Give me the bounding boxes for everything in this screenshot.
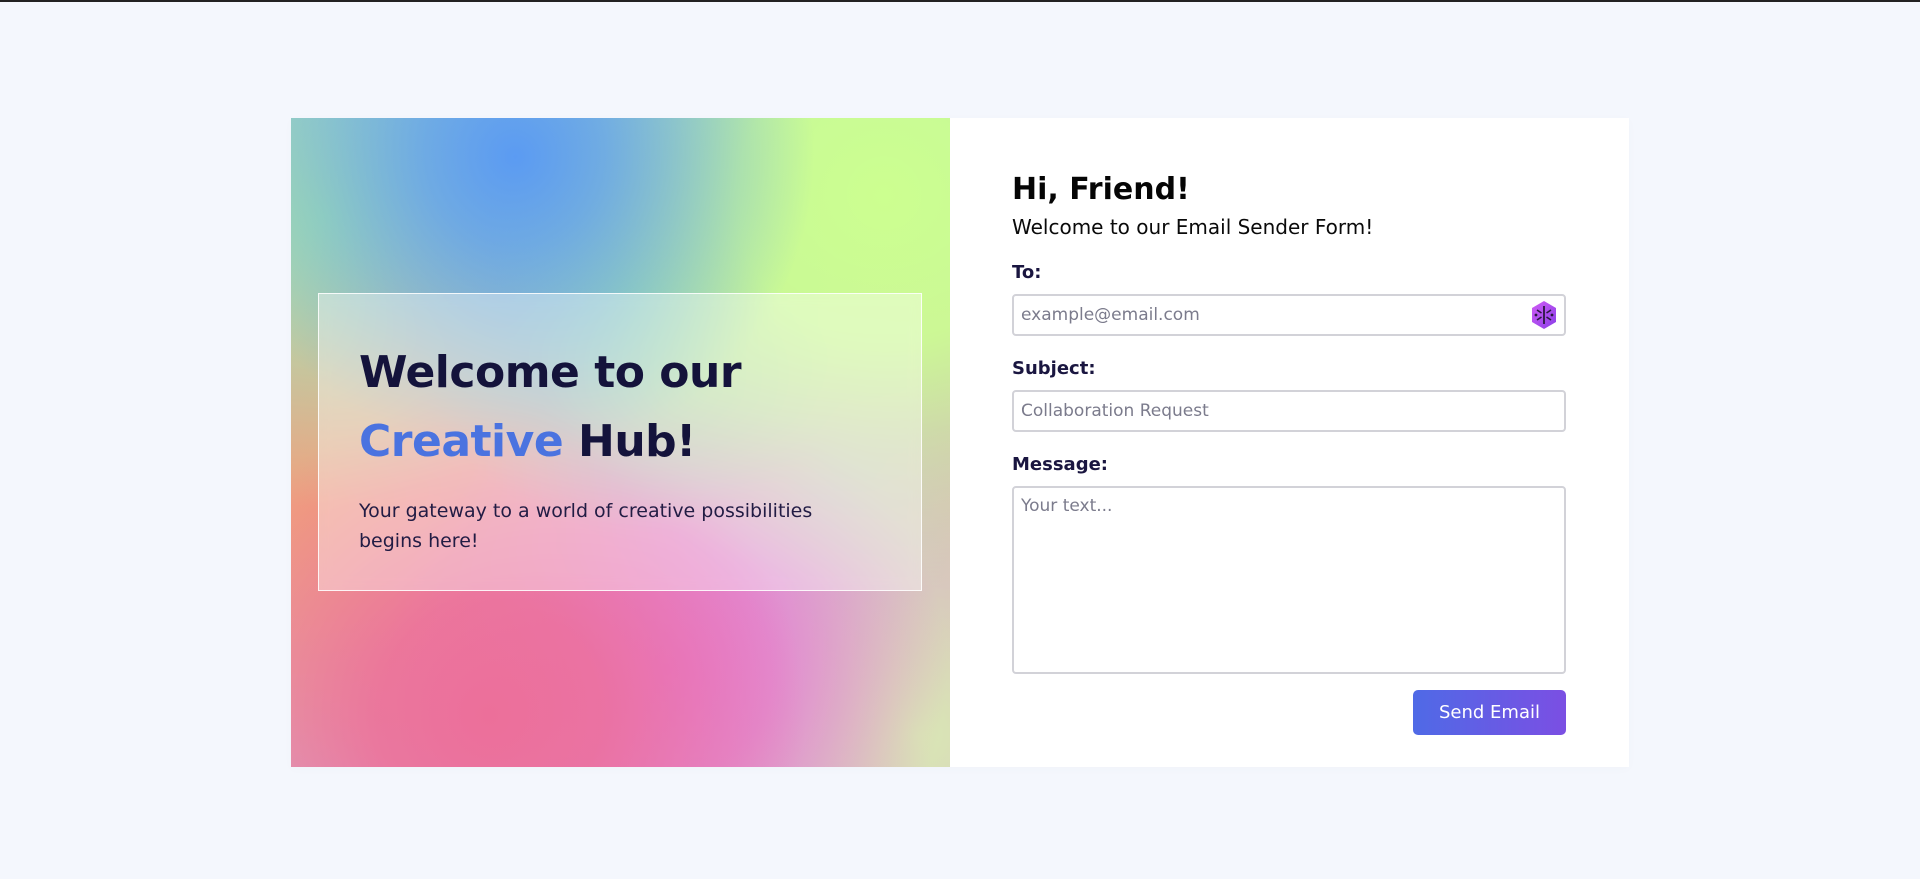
subject-field-wrapper xyxy=(1012,390,1566,432)
form-greeting: Hi, Friend! xyxy=(1012,172,1190,207)
form-actions: Send Email xyxy=(1012,690,1566,735)
to-field-wrapper xyxy=(1012,294,1566,336)
subject-input[interactable] xyxy=(1012,390,1566,432)
hero-title-line1: Welcome to our xyxy=(359,347,742,398)
hero-subtitle: Your gateway to a world of creative poss… xyxy=(359,500,813,552)
message-label: Message: xyxy=(1012,454,1108,475)
hero-glass-card: Welcome to our Creative Hub! Your gatewa… xyxy=(318,293,922,591)
email-form-panel: Hi, Friend! Welcome to our Email Sender … xyxy=(950,118,1629,767)
subject-label: Subject: xyxy=(1012,358,1096,379)
hero-panel: Welcome to our Creative Hub! Your gatewa… xyxy=(291,118,950,767)
hero-title-accent: Creative xyxy=(359,416,564,467)
to-email-input[interactable] xyxy=(1012,294,1566,336)
form-intro: Welcome to our Email Sender Form! xyxy=(1012,215,1374,239)
top-border xyxy=(0,0,1920,2)
hero-title: Welcome to our Creative Hub! xyxy=(359,338,881,476)
send-email-button[interactable]: Send Email xyxy=(1413,690,1566,735)
main-card: Welcome to our Creative Hub! Your gatewa… xyxy=(291,118,1629,767)
hexagon-extension-icon[interactable] xyxy=(1528,299,1560,331)
hero-title-rest: Hub! xyxy=(563,416,696,467)
to-label: To: xyxy=(1012,262,1042,283)
message-textarea[interactable] xyxy=(1012,486,1566,674)
message-field-wrapper xyxy=(1012,486,1566,674)
